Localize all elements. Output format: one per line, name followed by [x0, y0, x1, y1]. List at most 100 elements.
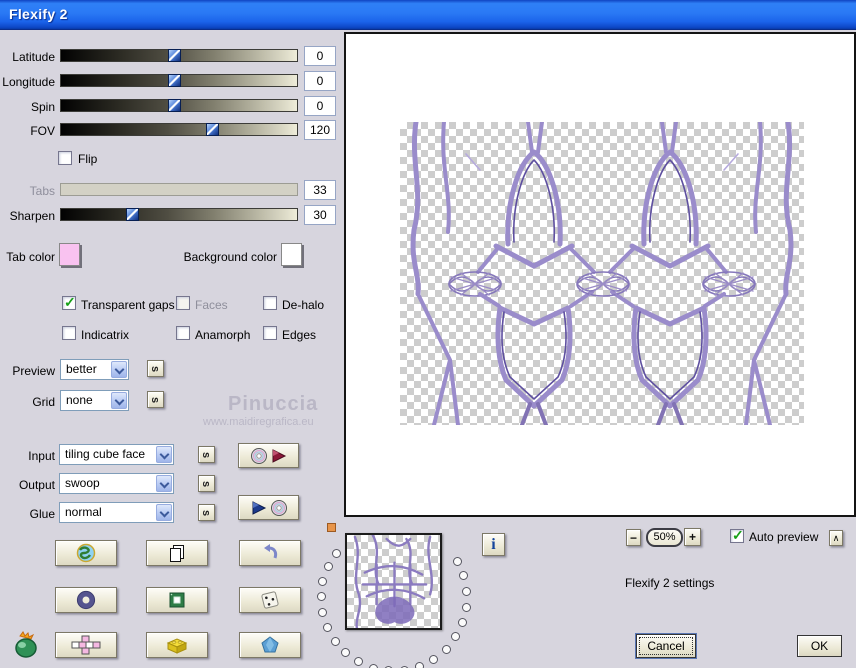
- copy-button[interactable]: [146, 540, 208, 566]
- output-select[interactable]: swoop: [59, 473, 174, 494]
- input-select[interactable]: tiling cube face: [59, 444, 174, 465]
- latitude-slider[interactable]: [60, 49, 298, 62]
- undo-button[interactable]: [239, 540, 301, 566]
- cube-net-button[interactable]: [55, 632, 117, 658]
- cd-save-icon: [250, 447, 286, 464]
- sharpen-label: Sharpen: [9, 209, 55, 223]
- preview-image: [400, 122, 804, 425]
- indicatrix-checkbox[interactable]: [62, 326, 76, 340]
- info-button[interactable]: i: [482, 533, 505, 556]
- anamorph-checkbox[interactable]: [176, 326, 190, 340]
- spin-value[interactable]: 0: [304, 96, 336, 116]
- output-shuffle-button[interactable]: s: [198, 475, 215, 492]
- grid-shuffle-button[interactable]: s: [147, 391, 164, 408]
- variation-dot[interactable]: [316, 592, 326, 602]
- background-color-swatch[interactable]: [281, 243, 302, 266]
- de-halo-label: De-halo: [282, 298, 325, 312]
- spin-slider[interactable]: [60, 99, 298, 112]
- tabs-slider: [60, 183, 298, 196]
- longitude-slider-thumb[interactable]: [168, 74, 182, 87]
- latitude-value[interactable]: 0: [304, 46, 336, 66]
- glue-shuffle-button[interactable]: s: [198, 504, 215, 521]
- variation-dot[interactable]: [330, 636, 340, 646]
- spin-label: Spin: [30, 100, 55, 114]
- variation-dot[interactable]: [459, 571, 469, 581]
- edges-checkbox[interactable]: [263, 326, 277, 340]
- save-settings-button[interactable]: [238, 443, 299, 468]
- glue-select[interactable]: normal: [59, 502, 174, 523]
- variation-dot[interactable]: [451, 632, 461, 642]
- sharpen-slider[interactable]: [60, 208, 298, 221]
- copy-pages-icon: [170, 545, 184, 562]
- transparent-gaps-checkbox[interactable]: [62, 294, 76, 311]
- fov-label: FOV: [30, 124, 55, 138]
- preview-select[interactable]: better: [60, 359, 129, 380]
- collapse-arrow-button[interactable]: ∧: [829, 530, 843, 546]
- titlebar[interactable]: Flexify 2: [0, 0, 856, 30]
- dice-button[interactable]: [239, 587, 301, 613]
- variation-dot[interactable]: [318, 576, 328, 586]
- variation-dot[interactable]: [441, 644, 451, 654]
- lego-button[interactable]: [146, 632, 208, 658]
- chevron-down-icon[interactable]: [111, 392, 127, 409]
- tabs-value[interactable]: 33: [304, 180, 336, 200]
- load-settings-button[interactable]: [238, 495, 299, 520]
- variation-dot[interactable]: [323, 561, 333, 571]
- tab-color-swatch[interactable]: [59, 243, 80, 266]
- preview-pane[interactable]: [344, 32, 856, 517]
- variation-dot[interactable]: [368, 663, 378, 668]
- latitude-slider-thumb[interactable]: [168, 49, 182, 62]
- zoom-in-button[interactable]: +: [684, 528, 701, 546]
- cancel-button[interactable]: Cancel: [636, 634, 696, 658]
- variation-dot[interactable]: [354, 657, 364, 667]
- fov-value[interactable]: 120: [304, 120, 336, 140]
- fov-slider-thumb[interactable]: [206, 123, 220, 136]
- variation-dot[interactable]: [461, 602, 471, 612]
- zoom-out-button[interactable]: −: [626, 529, 641, 546]
- variation-dot[interactable]: [462, 586, 472, 596]
- variation-dot[interactable]: [415, 661, 425, 668]
- variation-dot[interactable]: [317, 608, 327, 618]
- sharpen-value[interactable]: 30: [304, 205, 336, 225]
- polyhedron-button[interactable]: [239, 632, 301, 658]
- sharpen-slider-thumb[interactable]: [125, 208, 139, 221]
- green-frame-icon: [169, 592, 185, 608]
- orange-marker: [327, 523, 336, 532]
- background-color-label: Background color: [183, 250, 277, 264]
- torus-button[interactable]: [55, 587, 117, 613]
- flip-checkbox[interactable]: [58, 151, 72, 165]
- dice-icon: [261, 591, 279, 609]
- variation-thumbnail[interactable]: [345, 533, 442, 630]
- chevron-down-icon[interactable]: [156, 475, 172, 492]
- chevron-down-icon[interactable]: [111, 361, 127, 378]
- faces-checkbox: [176, 296, 190, 310]
- chevron-down-icon[interactable]: [156, 446, 172, 463]
- flaming-pear-logo[interactable]: [12, 630, 42, 660]
- longitude-slider[interactable]: [60, 74, 298, 87]
- fov-slider[interactable]: [60, 123, 298, 136]
- spin-slider-thumb[interactable]: [168, 99, 182, 112]
- square-frame-button[interactable]: [146, 587, 208, 613]
- de-halo-checkbox[interactable]: [263, 296, 277, 310]
- zoom-level[interactable]: 50%: [646, 528, 683, 547]
- undo-arrow-icon: [264, 544, 278, 559]
- globe-button[interactable]: [55, 540, 117, 566]
- watermark-url: www.maidiregrafica.eu: [203, 416, 314, 428]
- grid-select[interactable]: none: [60, 390, 129, 411]
- auto-preview-label: Auto preview: [749, 530, 819, 544]
- thumbnail-pattern: [353, 535, 433, 628]
- variation-dot[interactable]: [452, 557, 462, 566]
- variation-dot[interactable]: [322, 623, 332, 633]
- pentagon-gem-icon: [261, 636, 279, 653]
- input-shuffle-button[interactable]: s: [198, 446, 215, 463]
- preview-shuffle-button[interactable]: s: [147, 360, 164, 377]
- variation-dot[interactable]: [341, 648, 351, 658]
- variation-dot[interactable]: [458, 617, 468, 627]
- variation-dot[interactable]: [331, 548, 341, 558]
- variation-dot[interactable]: [429, 654, 439, 664]
- chevron-down-icon[interactable]: [156, 504, 172, 521]
- auto-preview-checkbox[interactable]: [730, 527, 744, 544]
- longitude-value[interactable]: 0: [304, 71, 336, 91]
- ok-button[interactable]: OK: [797, 635, 842, 657]
- cube-net-icon: [71, 635, 101, 655]
